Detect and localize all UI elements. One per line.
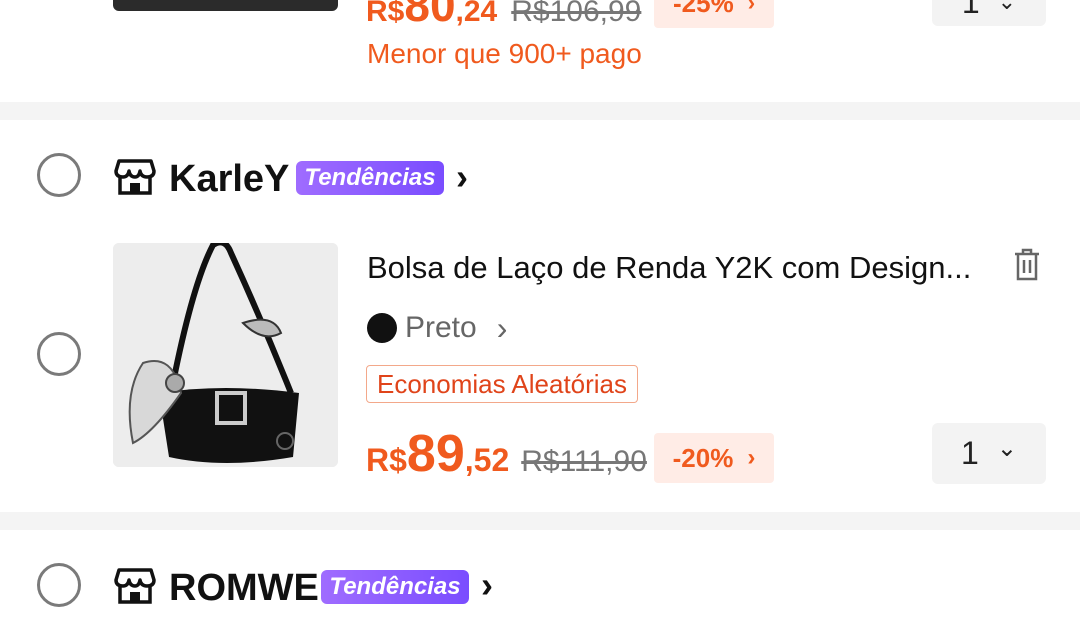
old-price: R$111,90 <box>521 445 647 478</box>
chevron-right-icon[interactable]: › <box>481 564 493 606</box>
cart-item-card-previous: R$ 80 ,24 R$106,99 -25% › 1 ⌄ Menor que … <box>0 0 1080 102</box>
variant-label: Preto <box>405 311 477 344</box>
color-swatch <box>367 313 397 343</box>
chevron-right-icon: › <box>747 444 756 471</box>
store-card-karley: KarleY Tendências › Bolsa de Laço de Ren… <box>0 120 1080 512</box>
price-integer: 89 <box>406 425 465 483</box>
quantity-value: 1 <box>961 435 979 471</box>
product-image[interactable] <box>113 243 338 467</box>
price-currency: R$ <box>366 442 407 478</box>
price-integer: 80 <box>404 0 456 31</box>
store-name[interactable]: KarleY <box>169 158 289 201</box>
chevron-down-icon: ⌄ <box>997 0 1017 14</box>
trending-badge: Tendências <box>321 570 469 604</box>
quantity-value: 1 <box>961 0 980 20</box>
chevron-down-icon: ⌄ <box>996 435 1017 462</box>
store-select-checkbox[interactable] <box>37 563 81 607</box>
price-decimal: ,52 <box>464 442 510 478</box>
store-name[interactable]: ROMWE <box>169 567 319 610</box>
store-icon <box>114 566 156 606</box>
price-row: R$ 89 ,52 R$111,90 <box>366 424 647 484</box>
discount-badge[interactable]: -25% › <box>654 0 774 28</box>
store-icon <box>114 157 156 197</box>
item-select-checkbox[interactable] <box>37 332 81 376</box>
variant-selector[interactable]: Preto › <box>367 310 507 346</box>
price-decimal: ,24 <box>455 0 498 28</box>
discount-badge[interactable]: -20% › <box>654 433 774 483</box>
price-currency: R$ <box>366 0 405 28</box>
store-card-romwe: ROMWE Tendências › <box>0 530 1080 618</box>
sales-note: Menor que 900+ pago <box>367 38 642 69</box>
quantity-selector[interactable]: 1 ⌄ <box>932 0 1046 26</box>
quantity-selector[interactable]: 1 ⌄ <box>932 423 1046 484</box>
trash-icon[interactable] <box>1012 248 1042 282</box>
product-thumbnail[interactable] <box>113 0 338 11</box>
chevron-right-icon[interactable]: › <box>456 156 468 198</box>
trending-badge: Tendências <box>296 161 444 195</box>
store-select-checkbox[interactable] <box>37 153 81 197</box>
chevron-right-icon: › <box>496 309 508 346</box>
promo-tag: Economias Aleatórias <box>366 365 639 403</box>
discount-text: -25% <box>672 0 734 18</box>
discount-text: -20% <box>672 442 734 473</box>
product-title[interactable]: Bolsa de Laço de Renda Y2K com Design... <box>367 250 971 286</box>
chevron-right-icon: › <box>747 0 756 15</box>
old-price: R$106,99 <box>511 0 642 28</box>
price-row: R$ 80 ,24 R$106,99 <box>366 0 641 31</box>
